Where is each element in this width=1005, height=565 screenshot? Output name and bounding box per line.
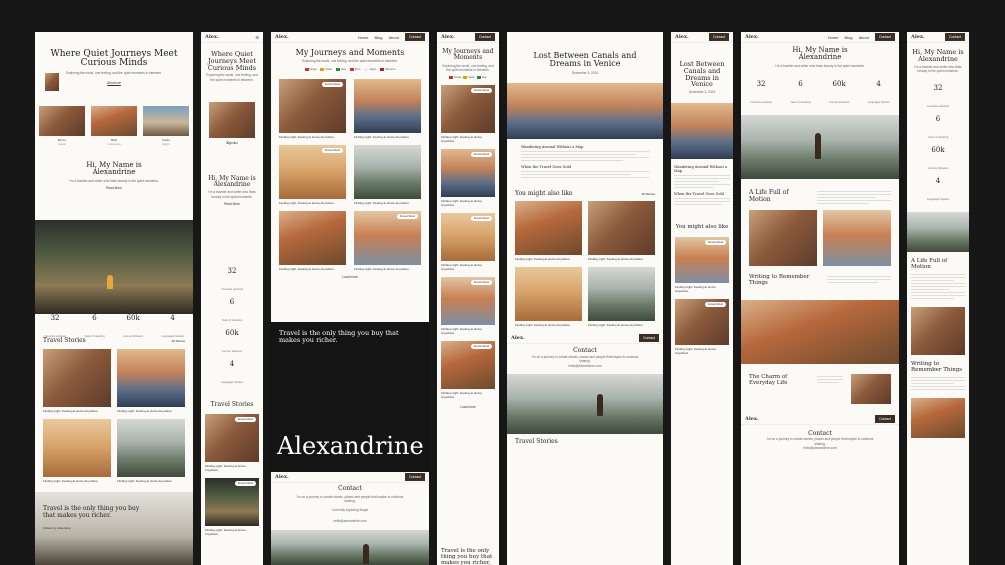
related-card[interactable]: Finding Light: Feeling at Home Anywhere bbox=[515, 201, 582, 261]
related-card[interactable]: Finding Light: Feeling at Home Anywhere bbox=[515, 267, 582, 327]
story-card[interactable]: Finding Light: Feeling at Home Anywhere bbox=[117, 419, 185, 483]
mobile-hero-photo bbox=[209, 102, 255, 139]
journey-card[interactable]: Finding Light: Feeling at Home Anywhere bbox=[354, 79, 421, 139]
journey-card[interactable]: Sunset Mood Finding Light: Feeling at Hom… bbox=[279, 145, 346, 205]
destination-card[interactable]: Bali Indonesia bbox=[91, 105, 137, 146]
hero-photo-small bbox=[45, 73, 59, 91]
stories-title: Travel Stories bbox=[43, 337, 86, 344]
intro-title: Hi, My Name is Alexandrine bbox=[86, 160, 142, 177]
mobile-hero-title: Where Quiet Journeys Meet Curious Minds bbox=[207, 50, 257, 72]
post-hero-photo bbox=[507, 83, 663, 140]
post-page-desktop: Lost Between Canals and Dreams in Venice… bbox=[507, 32, 663, 565]
mobile-read-more[interactable]: Read More bbox=[201, 202, 263, 206]
mobile-intro-title: Hi, My Name is Alexandrine bbox=[208, 174, 256, 188]
journey-card[interactable]: Finding Light: Feeling at Home Anywhere bbox=[354, 145, 421, 205]
quote-text: Travel is the only thing you buy that ma… bbox=[43, 505, 140, 519]
mobile-journey-card[interactable]: Sunset Mood bbox=[441, 84, 495, 133]
mobile-story-card[interactable]: Sunset Mood bbox=[205, 477, 259, 526]
mobile-journey-card[interactable]: Sunset Mood bbox=[441, 148, 495, 197]
home-page-mobile: Alex. ☰ Where Quiet Journeys Meet Curious… bbox=[201, 32, 263, 565]
contact-button[interactable]: Contact bbox=[404, 33, 425, 41]
post-page-mobile: Alex. Contact Lost Between Canals and Dre… bbox=[671, 32, 733, 565]
menu-icon[interactable]: ☰ bbox=[255, 35, 259, 40]
mobile-stats: 32 Countries explored 6 Years of travellin… bbox=[220, 266, 244, 384]
story-card[interactable]: Finding Light: Feeling at Home Anywhere bbox=[43, 349, 111, 413]
load-more-button[interactable]: Load more bbox=[271, 275, 429, 279]
destination-card[interactable]: Kyoto Japan bbox=[39, 105, 85, 146]
related-card[interactable]: Finding Light: Feeling at Home Anywhere bbox=[588, 267, 655, 327]
mobile-related-card[interactable]: Sunset Mood bbox=[675, 298, 729, 345]
story-card[interactable]: Finding Light: Feeling at Home Anywhere bbox=[43, 419, 111, 483]
mobile-nav: Alex. ☰ bbox=[201, 32, 263, 43]
journey-grid: Sunset Mood Finding Light: Feeling at Hom… bbox=[271, 71, 429, 271]
mobile-hero-sub: Exploring the world, one feeling, and th… bbox=[206, 73, 258, 82]
desktop-nav: Alex. Home Blog About Contact bbox=[271, 32, 429, 43]
about-hero-photo bbox=[741, 115, 899, 180]
mobile-journey-card[interactable]: Sunset Mood bbox=[441, 340, 495, 389]
journey-card[interactable]: Sunset Mood Finding Light: Feeling at Hom… bbox=[354, 211, 421, 271]
mobile-story-card[interactable]: Sunset Mood bbox=[205, 413, 259, 462]
quote-follow-link[interactable]: Follow my adventure bbox=[43, 526, 71, 530]
post-title: Lost Between Canals and Dreams in Venice bbox=[533, 51, 637, 69]
mobile-stories-title: Travel Stories bbox=[210, 400, 254, 408]
journeys-footer: Travel is the only thing you buy that ma… bbox=[271, 322, 429, 472]
intro-read-more[interactable]: Read More bbox=[35, 186, 193, 190]
journey-card[interactable]: Finding Light: Feeling at Home Anywhere bbox=[279, 211, 346, 271]
about-page-desktop: Alex. Home Blog About Contact Hi, My Name is… bbox=[741, 32, 899, 565]
home-hero-title: Where Quiet Journeys Meet Curious Minds bbox=[50, 49, 178, 69]
intro-text: I'm a traveler and writer who finds beau… bbox=[69, 178, 159, 183]
mobile-journey-card[interactable]: Sunset Mood bbox=[441, 212, 495, 261]
mobile-journey-card[interactable]: Sunset Mood bbox=[441, 276, 495, 325]
all-stories-link[interactable]: All Stories bbox=[171, 339, 185, 343]
journeys-title: My Journeys and Moments bbox=[295, 48, 405, 57]
journeys-page-desktop: Alex. Home Blog About Contact My Journeys a… bbox=[271, 32, 429, 565]
story-card[interactable]: Finding Light: Feeling at Home Anywhere bbox=[117, 349, 185, 413]
footer-big-name: Alexandrine bbox=[277, 432, 424, 460]
contact-title: Contact bbox=[338, 485, 362, 492]
home-page-desktop: Where Quiet Journeys Meet Curious Minds … bbox=[35, 32, 193, 565]
journey-card[interactable]: Sunset Mood Finding Light: Feeling at Hom… bbox=[279, 79, 346, 139]
journeys-page-mobile: Alex. Contact My Journeys and Moments Exp… bbox=[437, 32, 499, 565]
mobile-related-card[interactable]: Sunset Mood bbox=[675, 236, 729, 283]
quote-banner: Travel is the only thing you buy that ma… bbox=[35, 492, 193, 565]
about-title: Hi, My Name is Alexandrine bbox=[792, 46, 848, 62]
contact-email[interactable]: hello@alexandrine.com bbox=[271, 519, 429, 523]
about-page-mobile: Alex. Contact Hi, My Name is Alexandrine … bbox=[907, 32, 969, 565]
contact-photo bbox=[271, 530, 429, 565]
related-card[interactable]: Finding Light: Feeling at Home Anywhere bbox=[588, 201, 655, 261]
bridge-hero-photo bbox=[35, 220, 193, 314]
destination-cards: Kyoto Japan Bali Indonesia Cairo Egypt bbox=[35, 105, 193, 146]
destination-card[interactable]: Cairo Egypt bbox=[143, 105, 189, 146]
